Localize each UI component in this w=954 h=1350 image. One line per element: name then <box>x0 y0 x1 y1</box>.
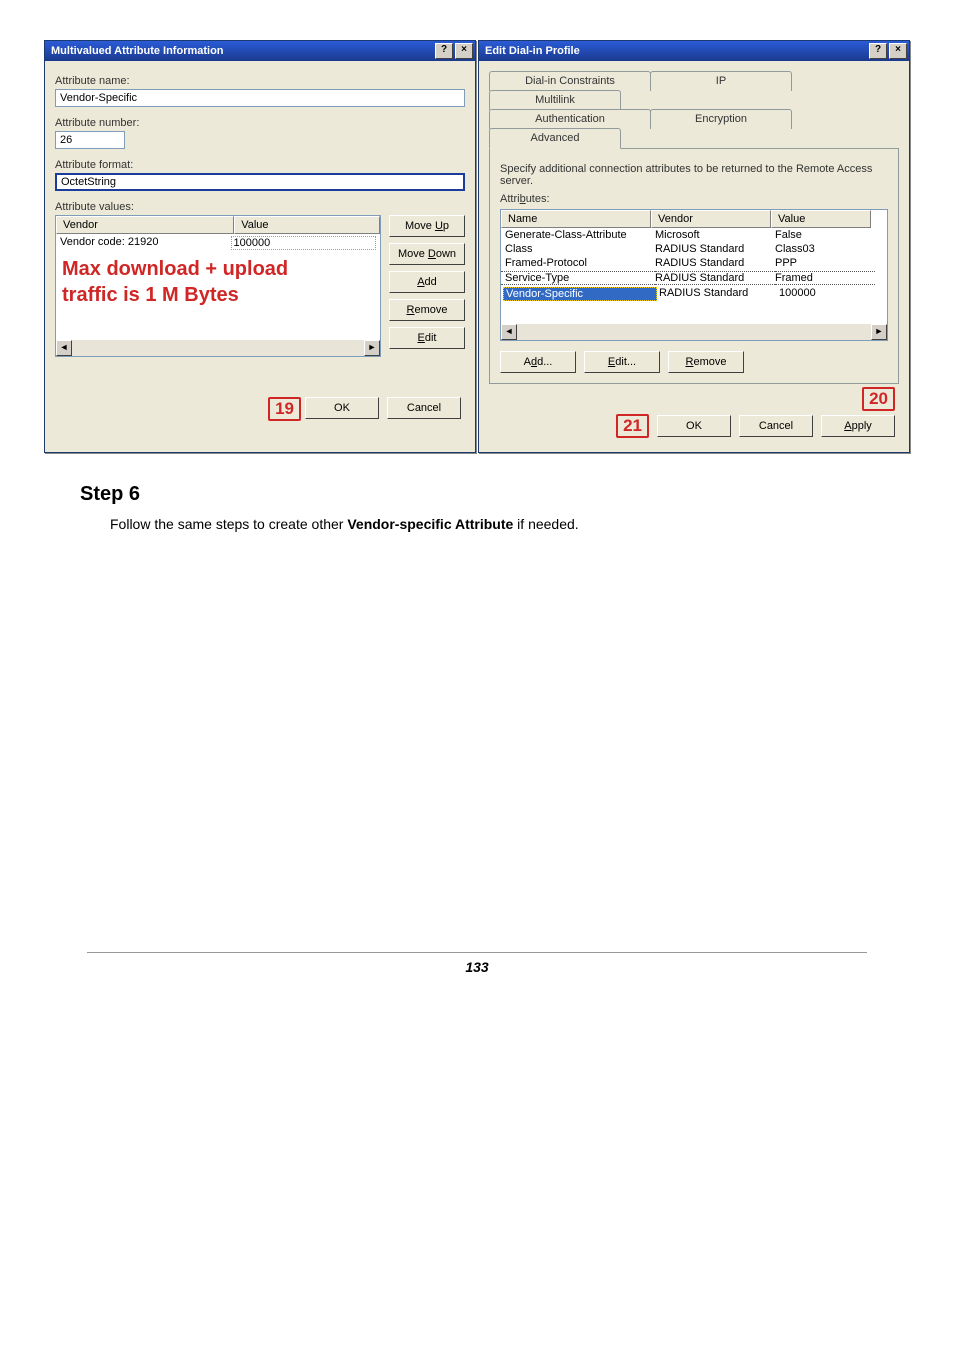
table-row[interactable]: Vendor-SpecificRADIUS Standard100000 <box>501 286 887 302</box>
step-text-pre: Follow the same steps to create other <box>110 516 347 532</box>
cancel-button[interactable]: Cancel <box>387 397 461 419</box>
annotation-overlay-2: traffic is 1 M Bytes <box>62 282 239 308</box>
attributes-list[interactable]: Name Vendor Value Generate-Class-Attribu… <box>500 209 888 341</box>
cancel-button-right[interactable]: Cancel <box>739 415 813 437</box>
attr-header-value: Value <box>771 210 871 228</box>
scroll-left-icon[interactable]: ◄ <box>56 340 72 356</box>
annotation-number-21: 21 <box>616 414 649 438</box>
titlebar-left: Multivalued Attribute Information ? × <box>45 41 475 61</box>
attr-cell-name: Class <box>501 243 655 255</box>
remove-attr-button[interactable]: Remove <box>668 351 744 373</box>
list-item[interactable]: Vendor code: 21920 100000 <box>56 234 380 252</box>
ok-button-right[interactable]: OK <box>657 415 731 437</box>
annotation-number-20: 20 <box>862 387 895 411</box>
attr-values-list[interactable]: Vendor Value Vendor code: 21920 100000 M… <box>55 215 381 357</box>
titlebar-right: Edit Dial-in Profile ? × <box>479 41 909 61</box>
add-button[interactable]: Add <box>389 271 465 293</box>
tab-ip[interactable]: IP <box>650 71 792 91</box>
attr-header-name: Name <box>501 210 651 228</box>
scrollbar-horizontal[interactable]: ◄ ► <box>501 324 887 340</box>
tab-authentication[interactable]: Authentication <box>489 109 651 129</box>
attr-format-label: Attribute format: <box>55 159 465 171</box>
move-down-button[interactable]: Move Down <box>389 243 465 265</box>
table-row[interactable]: Service-TypeRADIUS StandardFramed <box>501 270 887 286</box>
annotation-overlay-1: Max download + upload <box>62 256 288 282</box>
annotation-number-19: 19 <box>268 397 301 421</box>
attr-header-vendor: Vendor <box>651 210 771 228</box>
attr-format-field[interactable] <box>55 173 465 191</box>
table-row[interactable]: Generate-Class-AttributeMicrosoftFalse <box>501 228 887 242</box>
scroll-right-icon[interactable]: ► <box>364 340 380 356</box>
edit-attr-button[interactable]: Edit... <box>584 351 660 373</box>
tab-dialin-constraints[interactable]: Dial-in Constraints <box>489 71 651 91</box>
step-text-bold: Vendor-specific Attribute <box>347 516 513 532</box>
edit-dialin-profile-dialog: Edit Dial-in Profile ? × Dial-in Constra… <box>478 40 910 453</box>
help-icon[interactable]: ? <box>869 43 887 59</box>
attr-name-field[interactable] <box>55 89 465 107</box>
titlebar-title-right: Edit Dial-in Profile <box>485 45 580 57</box>
list-header-vendor: Vendor <box>56 216 234 234</box>
step-text-post: if needed. <box>513 516 578 532</box>
list-header-value: Value <box>234 216 380 234</box>
tab-encryption[interactable]: Encryption <box>650 109 792 129</box>
attr-values-label: Attribute values: <box>55 201 465 213</box>
attributes-label: Attributes: <box>500 193 888 205</box>
attr-cell-value: Class03 <box>775 243 875 255</box>
tab-multilink[interactable]: Multilink <box>489 90 621 110</box>
attr-cell-value: PPP <box>775 257 875 269</box>
step-body: Follow the same steps to create other Ve… <box>110 516 874 532</box>
step-heading: Step 6 <box>80 483 914 506</box>
attr-cell-name: Service-Type <box>501 271 655 285</box>
attr-cell-vendor: RADIUS Standard <box>655 257 775 269</box>
attr-cell-value: False <box>775 229 875 241</box>
close-icon[interactable]: × <box>455 43 473 59</box>
attr-cell-value: Framed <box>775 271 875 285</box>
remove-button[interactable]: Remove <box>389 299 465 321</box>
attr-cell-vendor: Microsoft <box>655 229 775 241</box>
attr-cell-vendor: RADIUS Standard <box>655 243 775 255</box>
attr-cell-name: Framed-Protocol <box>501 257 655 269</box>
multivalued-attribute-dialog: Multivalued Attribute Information ? × At… <box>44 40 476 453</box>
scroll-right-icon[interactable]: ► <box>871 324 887 340</box>
table-row[interactable]: Framed-ProtocolRADIUS StandardPPP <box>501 256 887 270</box>
attr-cell-name: Generate-Class-Attribute <box>501 229 655 241</box>
list-cell-value: 100000 <box>231 236 377 250</box>
titlebar-title-left: Multivalued Attribute Information <box>51 45 224 57</box>
add-attr-button[interactable]: Add... <box>500 351 576 373</box>
panel-description: Specify additional connection attributes… <box>500 163 888 187</box>
attr-cell-vendor: RADIUS Standard <box>655 271 775 285</box>
scrollbar-horizontal[interactable]: ◄ ► <box>56 340 380 356</box>
table-row[interactable]: ClassRADIUS StandardClass03 <box>501 242 887 256</box>
attr-number-field[interactable] <box>55 131 125 149</box>
move-up-button[interactable]: Move Up <box>389 215 465 237</box>
attr-name-label: Attribute name: <box>55 75 465 87</box>
tab-advanced[interactable]: Advanced <box>489 128 621 149</box>
attr-number-label: Attribute number: <box>55 117 465 129</box>
ok-button[interactable]: OK <box>305 397 379 419</box>
help-icon[interactable]: ? <box>435 43 453 59</box>
list-cell-vendor: Vendor code: 21920 <box>60 236 231 250</box>
close-icon[interactable]: × <box>889 43 907 59</box>
scroll-left-icon[interactable]: ◄ <box>501 324 517 340</box>
attr-cell-value: 100000 <box>779 287 879 301</box>
edit-button[interactable]: Edit <box>389 327 465 349</box>
attr-cell-vendor: RADIUS Standard <box>659 287 779 301</box>
attr-cell-name: Vendor-Specific <box>503 287 657 301</box>
apply-button[interactable]: Apply <box>821 415 895 437</box>
page-number: 133 <box>87 952 867 995</box>
